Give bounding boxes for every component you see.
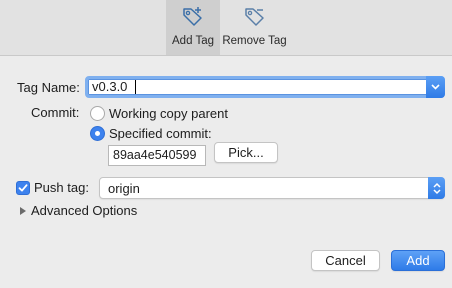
remote-select-value: origin <box>108 181 140 196</box>
up-down-arrows-icon <box>432 182 441 194</box>
remote-select[interactable]: origin <box>99 177 445 199</box>
add-tag-tool-button[interactable]: Add Tag <box>166 0 220 55</box>
push-tag-checkbox[interactable] <box>16 181 30 195</box>
tag-plus-icon <box>183 7 202 26</box>
remove-tag-tool-button[interactable]: Remove Tag <box>221 0 288 55</box>
specified-commit-radio[interactable] <box>90 126 105 141</box>
cancel-button[interactable]: Cancel <box>311 250 380 271</box>
chevron-down-icon <box>431 84 440 90</box>
tag-name-value: v0.3.0 <box>92 79 128 94</box>
tag-minus-icon <box>244 8 264 26</box>
tag-name-dropdown-button[interactable] <box>426 76 445 98</box>
remote-select-stepper[interactable] <box>428 177 445 199</box>
commit-hash-input[interactable]: 89aa4e540599 <box>108 145 206 166</box>
add-button[interactable]: Add <box>391 250 445 271</box>
checkmark-icon <box>18 184 28 192</box>
tag-name-label: Tag Name: <box>17 80 80 95</box>
text-caret <box>135 80 136 94</box>
commit-label: Commit: <box>31 105 80 120</box>
toolbar: Add Tag Remove Tag <box>0 0 452 56</box>
pick-commit-button[interactable]: Pick... <box>214 142 278 163</box>
disclosure-triangle-icon[interactable] <box>18 206 28 216</box>
tag-name-combobox[interactable]: v0.3.0 <box>85 76 445 98</box>
working-copy-parent-label[interactable]: Working copy parent <box>109 106 228 121</box>
advanced-options-label[interactable]: Advanced Options <box>31 203 137 218</box>
remove-tag-label: Remove Tag <box>222 35 287 47</box>
push-tag-label[interactable]: Push tag: <box>34 180 89 195</box>
specified-commit-label[interactable]: Specified commit: <box>109 126 212 141</box>
working-copy-parent-radio[interactable] <box>90 106 105 121</box>
add-tag-label: Add Tag <box>172 35 214 47</box>
